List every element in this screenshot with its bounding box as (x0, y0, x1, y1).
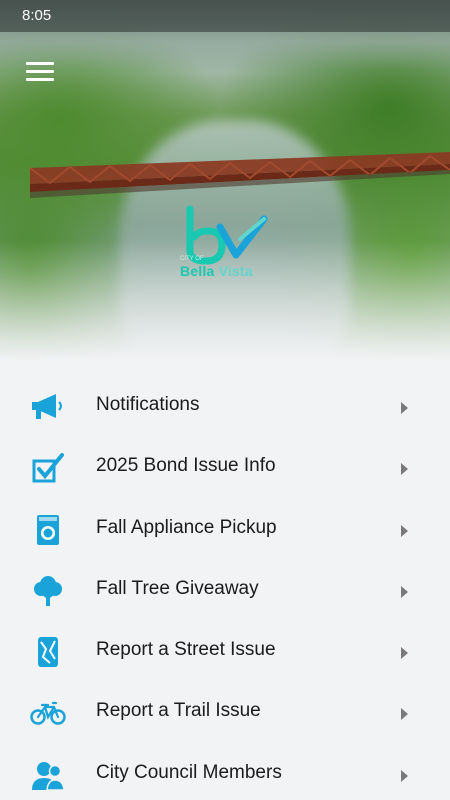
megaphone-icon (32, 394, 62, 419)
chevron-right-icon (401, 463, 408, 476)
hero-image (0, 0, 450, 362)
logo-name-bella: Bella (180, 263, 215, 279)
chevron-right-icon (401, 585, 408, 598)
menu-item-label: Report a Street Issue (96, 639, 276, 661)
menu-item-council-members[interactable]: City Council Members (0, 744, 450, 800)
logo-name-vista: Vista (218, 263, 253, 279)
bicycle-icon (30, 702, 66, 726)
hamburger-menu-icon[interactable] (26, 62, 54, 82)
menu-item-label: Fall Tree Giveaway (96, 577, 259, 599)
menu-item-label: Fall Appliance Pickup (96, 516, 277, 538)
bridge-graphic (30, 152, 450, 198)
menu-item-appliance-pickup[interactable]: Fall Appliance Pickup (0, 499, 450, 560)
chevron-right-icon (401, 708, 408, 721)
status-time: 8:05 (22, 7, 52, 24)
city-logo: CITY OF Bella Vista (180, 205, 280, 287)
menu-item-trail-issue[interactable]: Report a Trail Issue (0, 682, 450, 743)
status-bar: 8:05 (0, 0, 450, 32)
menu-list: Notifications 2025 Bond Issue Info Fall … (0, 376, 450, 800)
tree-icon (34, 575, 62, 606)
menu-item-notifications[interactable]: Notifications (0, 376, 450, 437)
menu-item-label: 2025 Bond Issue Info (96, 455, 276, 477)
chevron-right-icon (401, 769, 408, 782)
logo-small-text: CITY OF (180, 256, 204, 262)
washing-machine-icon (37, 514, 59, 545)
chevron-right-icon (401, 524, 408, 537)
logo-name: Bella Vista (180, 263, 280, 279)
menu-item-label: Report a Trail Issue (96, 700, 261, 722)
checkbox-icon (32, 453, 64, 483)
menu-item-label: City Council Members (96, 761, 282, 783)
chevron-right-icon (401, 647, 408, 660)
menu-item-tree-giveaway[interactable]: Fall Tree Giveaway (0, 560, 450, 621)
menu-item-street-issue[interactable]: Report a Street Issue (0, 621, 450, 682)
map-icon (38, 637, 58, 668)
people-icon (32, 761, 65, 790)
menu-item-bond-issue[interactable]: 2025 Bond Issue Info (0, 437, 450, 498)
menu-item-label: Notifications (96, 394, 200, 415)
chevron-right-icon (401, 402, 408, 414)
